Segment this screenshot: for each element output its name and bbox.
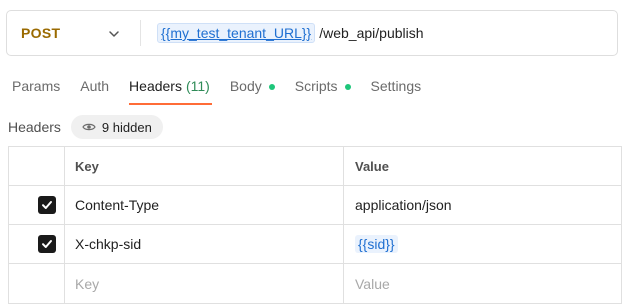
checkmark-icon [41,240,52,248]
header-value-cell[interactable]: application/json [344,186,621,224]
table-row: Content-Type application/json [9,186,621,225]
column-header-key: Key [65,147,344,185]
section-title: Headers [8,119,61,135]
table-row-new: Key Value [9,264,621,303]
status-dot [344,84,351,90]
new-value-input[interactable]: Value [344,264,621,303]
request-tabs: Params Auth Headers (11) Body Scripts Se… [12,78,441,106]
tab-scripts[interactable]: Scripts [295,78,351,106]
eye-icon [82,123,96,131]
tab-label: Scripts [294,78,338,94]
checkmark-icon [41,201,52,209]
tab-label: Body [229,78,262,94]
tab-label: Headers [129,78,182,94]
table-header-row: Key Value [9,147,621,186]
row-checkbox[interactable] [37,196,56,214]
row-checkbox-cell [9,186,65,224]
table-row: X-chkp-sid {{sid}} [9,225,621,264]
tab-label: Params [12,78,61,94]
hidden-count-label: 9 hidden [101,119,152,135]
status-dot [268,84,275,90]
select-column-header [9,147,65,185]
method-selector[interactable]: POST [7,11,140,55]
chevron-down-icon [109,31,119,37]
request-url-bar: POST {{my_test_tenant_URL}} /web_api/pub… [6,10,618,56]
method-label: POST [21,25,61,41]
row-checkbox-cell [9,225,65,263]
tab-body[interactable]: Body [230,78,275,106]
column-header-value: Value [355,158,389,174]
headers-table: Key Value Content-Type application/json … [8,146,622,304]
headers-section-header: Headers 9 hidden [8,114,163,140]
url-input[interactable]: {{my_test_tenant_URL}} /web_api/publish [141,23,424,43]
header-value-cell[interactable]: {{sid}} [344,225,621,263]
header-key-cell[interactable]: X-chkp-sid [65,225,344,263]
tab-label: Auth [80,78,110,94]
url-path: /web_api/publish [319,25,424,41]
tab-settings[interactable]: Settings [371,78,422,106]
row-checkbox[interactable] [37,235,56,253]
new-key-input[interactable]: Key [65,264,344,303]
tab-label: Settings [370,78,422,94]
tab-params[interactable]: Params [12,78,60,106]
url-variable[interactable]: {{my_test_tenant_URL}} [157,23,316,43]
headers-count: (11) [185,78,210,94]
tab-auth[interactable]: Auth [80,78,109,106]
value-variable[interactable]: {{sid}} [355,235,398,253]
hidden-headers-toggle[interactable]: 9 hidden [70,115,163,139]
row-checkbox-cell [9,264,65,303]
tab-headers[interactable]: Headers (11) [129,78,212,106]
header-key-cell[interactable]: Content-Type [65,186,344,224]
